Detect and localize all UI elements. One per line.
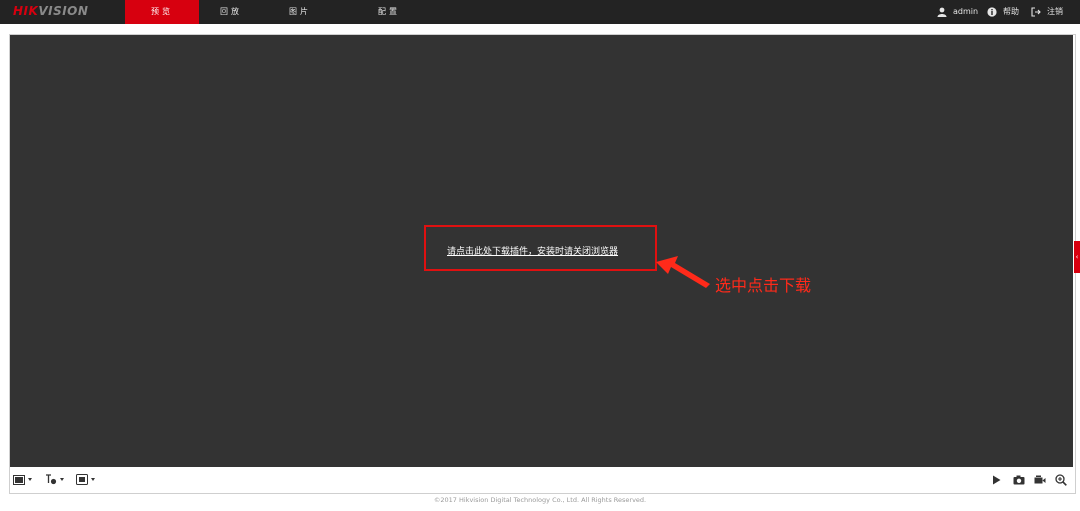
annotation-text: 选中点击下载 [715,276,812,295]
play-icon [993,475,1001,484]
channel-button[interactable] [76,473,95,486]
download-plugin-link[interactable]: 请点击此处下载插件，安装时请关闭浏览器 [447,244,618,257]
window-layout-button[interactable] [13,473,32,486]
capture-icon [1013,475,1025,484]
annotation-arrow-icon [656,256,710,288]
chevron-down-icon [60,478,64,481]
record-icon [1034,475,1046,483]
capture-button[interactable] [1013,473,1025,486]
user-icon [937,7,947,17]
start-all-button[interactable] [992,473,1001,486]
record-button[interactable] [1034,473,1046,486]
window-layout-icon [13,474,25,485]
chevron-down-icon [28,478,32,481]
help-link[interactable]: 帮助 [987,0,1019,24]
chevron-down-icon [91,478,95,481]
channel-icon [76,474,88,485]
stream-type-icon [46,474,57,485]
help-label: 帮助 [1003,7,1019,16]
tab-preview[interactable]: 预览 [125,0,199,24]
digital-zoom-button[interactable] [1055,473,1067,486]
username-label: admin [953,7,979,16]
zoom-icon [1055,473,1067,486]
copyright-footer: ©2017 Hikvision Digital Technology Co., … [433,496,647,504]
user-menu[interactable]: admin [937,0,978,24]
stream-type-button[interactable] [45,473,64,486]
top-nav-bar: HIKVISION 预览 回放 图片 配置 admin 帮助 注销 [0,0,1080,24]
info-icon [987,7,997,17]
tab-playback[interactable]: 回放 [194,0,268,24]
logout-link[interactable]: 注销 [1031,0,1063,24]
tab-configuration[interactable]: 配置 [352,0,426,24]
logout-label: 注销 [1047,7,1063,16]
hikvision-logo: HIKVISION [13,4,89,18]
tab-picture[interactable]: 图片 [263,0,337,24]
live-view-toolbar [10,468,1073,491]
logout-icon [1031,7,1041,17]
ptz-panel-toggle[interactable]: ‹ [1074,241,1080,273]
